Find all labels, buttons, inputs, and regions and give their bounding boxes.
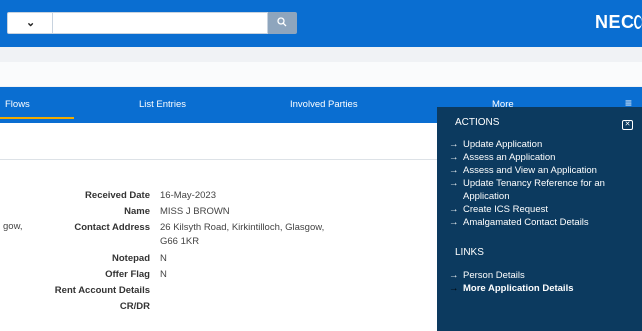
link-person-details[interactable]: → Person Details bbox=[449, 270, 525, 281]
actions-heading: ACTIONS bbox=[455, 117, 500, 128]
arrow-right-icon: → bbox=[449, 139, 459, 150]
search-scope-dropdown[interactable]: ⌄ bbox=[7, 12, 53, 34]
tab-list-entries[interactable]: List Entries bbox=[139, 99, 186, 110]
contact-address-value: 26 Kilsyth Road, Kirkintilloch, Glasgow, bbox=[160, 222, 325, 233]
name-label: Name bbox=[124, 206, 150, 217]
cropped-text: gow, bbox=[3, 221, 23, 232]
chevron-down-icon: ⌄ bbox=[26, 17, 36, 29]
name-value: MISS J BROWN bbox=[160, 206, 230, 217]
search-input[interactable] bbox=[53, 12, 268, 34]
arrow-right-icon: → bbox=[449, 204, 459, 215]
actions-panel: ACTIONS ✕ → Update Application → Assess an… bbox=[437, 107, 642, 331]
brand-logo: NEC bbox=[595, 12, 635, 32]
action-amalgamated-contact-details[interactable]: → Amalgamated Contact Details bbox=[449, 217, 589, 228]
contact-address-postcode: G66 1KR bbox=[160, 236, 200, 247]
action-label-continued[interactable]: Application bbox=[463, 191, 509, 202]
action-label: Update Application bbox=[463, 139, 543, 150]
link-more-application-details[interactable]: → More Application Details bbox=[449, 283, 574, 294]
offer-flag-value: N bbox=[160, 269, 167, 280]
arrow-right-icon: → bbox=[449, 270, 459, 281]
top-header: ⌄ NEC bbox=[0, 0, 642, 47]
tab-flows[interactable]: Flows bbox=[5, 99, 30, 110]
contact-address-label: Contact Address bbox=[74, 222, 150, 233]
arrow-right-icon: → bbox=[449, 178, 459, 189]
rent-account-details-label: Rent Account Details bbox=[54, 285, 150, 296]
action-update-tenancy-reference[interactable]: → Update Tenancy Reference for an bbox=[449, 178, 605, 189]
action-label: Amalgamated Contact Details bbox=[463, 217, 589, 228]
links-heading: LINKS bbox=[455, 247, 484, 258]
active-tab-indicator bbox=[0, 117, 74, 119]
received-date-value: 16-May-2023 bbox=[160, 190, 216, 201]
link-label: Person Details bbox=[463, 270, 525, 281]
arrow-right-icon: → bbox=[449, 217, 459, 228]
action-create-ics-request[interactable]: → Create ICS Request bbox=[449, 204, 548, 215]
action-update-application[interactable]: → Update Application bbox=[449, 139, 542, 150]
notepad-label: Notepad bbox=[112, 253, 150, 264]
notepad-value: N bbox=[160, 253, 167, 264]
search-button[interactable] bbox=[268, 12, 297, 34]
action-label: Create ICS Request bbox=[463, 204, 549, 215]
search-icon bbox=[277, 17, 287, 27]
link-label: More Application Details bbox=[463, 283, 574, 294]
brand-mark-icon bbox=[634, 15, 642, 29]
action-assess-view-application[interactable]: → Assess and View an Application bbox=[449, 165, 597, 176]
close-icon[interactable]: ✕ bbox=[622, 120, 633, 130]
received-date-label: Received Date bbox=[85, 190, 150, 201]
tab-involved-parties[interactable]: Involved Parties bbox=[290, 99, 358, 110]
breadcrumb-strip bbox=[0, 62, 642, 86]
arrow-right-icon: → bbox=[449, 165, 459, 176]
action-label: Assess and View an Application bbox=[463, 165, 597, 176]
arrow-right-icon: → bbox=[449, 152, 459, 163]
action-label: Update Tenancy Reference for an bbox=[463, 178, 605, 189]
cr-dr-label: CR/DR bbox=[119, 301, 150, 312]
action-label: Assess an Application bbox=[463, 152, 556, 163]
arrow-right-icon: → bbox=[449, 283, 459, 294]
offer-flag-label: Offer Flag bbox=[105, 269, 150, 280]
action-assess-application[interactable]: → Assess an Application bbox=[449, 152, 555, 163]
